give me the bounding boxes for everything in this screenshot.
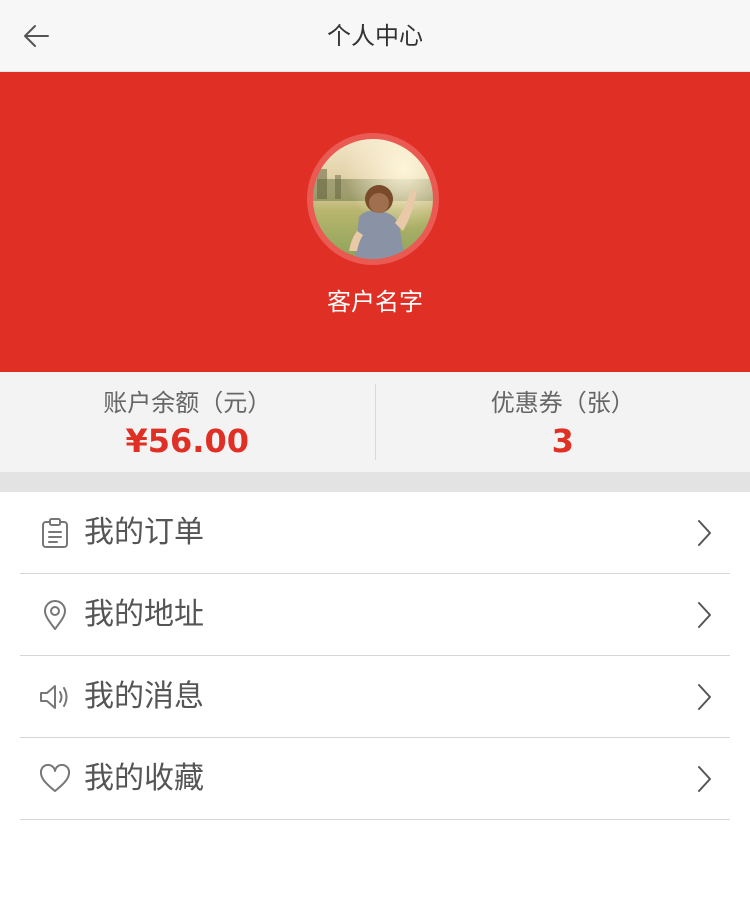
balance-value: ¥56.00	[125, 422, 249, 460]
account-stats: 账户余额（元） ¥56.00 优惠券（张） 3	[0, 372, 750, 472]
menu-list: 我的订单 我的地址 我的消息 我的收藏	[20, 492, 730, 820]
menu-item-orders[interactable]: 我的订单	[20, 492, 730, 574]
customer-name: 客户名字	[327, 288, 423, 316]
section-divider	[0, 472, 750, 492]
coupon-value: 3	[551, 422, 574, 460]
page-title: 个人中心	[327, 22, 423, 50]
location-pin-icon	[38, 598, 72, 632]
chevron-right-icon	[698, 520, 711, 546]
menu-label: 我的收藏	[84, 761, 204, 796]
menu-item-favorites[interactable]: 我的收藏	[20, 738, 730, 820]
menu-label: 我的订单	[84, 515, 204, 550]
avatar[interactable]	[307, 133, 439, 265]
avatar-photo	[313, 139, 433, 259]
arrow-left-icon	[24, 25, 49, 47]
heart-icon	[38, 762, 72, 796]
speaker-icon	[38, 680, 72, 714]
chevron-right-icon	[698, 684, 711, 710]
menu-label: 我的地址	[84, 597, 204, 632]
coupon-stat[interactable]: 优惠券（张） 3	[376, 372, 750, 472]
back-button[interactable]	[14, 14, 58, 58]
profile-banner: 客户名字	[0, 72, 750, 372]
chevron-right-icon	[698, 766, 711, 792]
coupon-label: 优惠券（张）	[490, 389, 635, 417]
menu-item-address[interactable]: 我的地址	[20, 574, 730, 656]
menu-item-messages[interactable]: 我的消息	[20, 656, 730, 738]
balance-stat[interactable]: 账户余额（元） ¥56.00	[0, 372, 375, 472]
balance-label: 账户余额（元）	[103, 389, 272, 417]
chevron-right-icon	[698, 602, 711, 628]
menu-label: 我的消息	[84, 679, 204, 714]
navigation-bar: 个人中心	[0, 0, 750, 72]
clipboard-icon	[38, 516, 72, 550]
